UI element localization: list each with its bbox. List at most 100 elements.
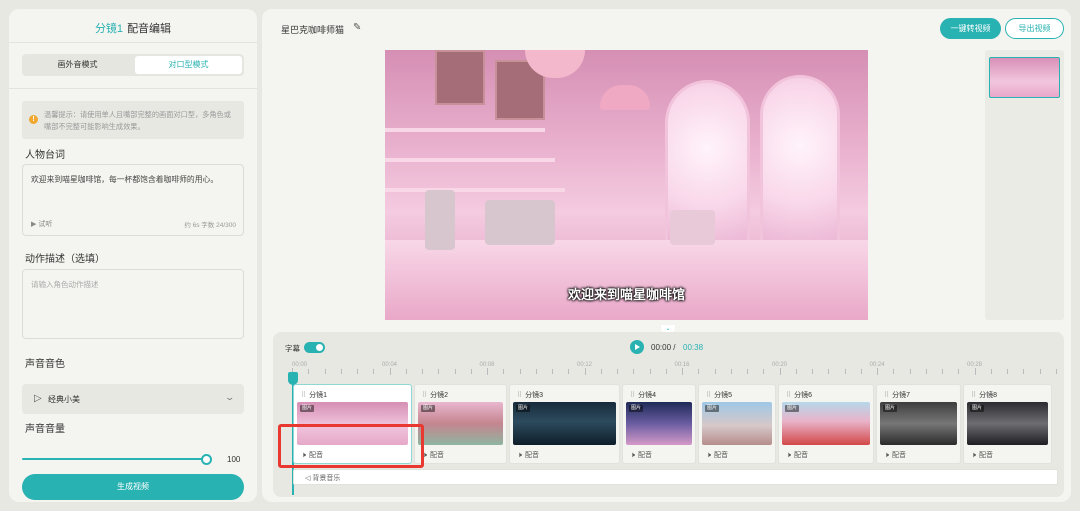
speaker-icon: 🕨 — [630, 450, 636, 459]
clip-voiceover[interactable]: 🕨 配音 — [884, 450, 906, 460]
clip-label: ⠿ 分镜4 — [630, 392, 657, 399]
drag-handle-icon[interactable]: ⠿ — [517, 392, 522, 399]
ruler-tick — [519, 369, 521, 374]
clip-label: ⠿ 分镜6 — [786, 392, 813, 399]
export-video-button[interactable]: 导出视频 — [1005, 18, 1064, 39]
ruler-tick — [535, 369, 537, 374]
voice-label: 声音音色 — [25, 359, 65, 370]
clip-label: ⠿ 分镜1 — [301, 392, 328, 399]
volume-slider-handle[interactable] — [201, 454, 212, 465]
timeline-clip[interactable]: ⠿ 分镜7 图片 🕨 配音 — [876, 384, 961, 464]
ruler-tick — [763, 369, 765, 374]
ruler-tick — [1055, 369, 1057, 374]
ruler-tick — [925, 369, 927, 374]
ruler-tick — [633, 369, 635, 374]
ruler-tick — [470, 369, 472, 374]
image-badge: 图片 — [629, 405, 644, 412]
ruler-tick — [357, 369, 358, 374]
timeline-clip[interactable]: ⠿ 分镜1 图片 🕨 配音 — [293, 384, 412, 464]
timeline-clip[interactable]: ⠿ 分镜6 图片 🕨 配音 — [778, 384, 874, 464]
speaker-icon: 🕨 — [301, 450, 307, 459]
image-badge: 图片 — [516, 405, 531, 412]
panel-title-text: 配音编辑 — [127, 23, 172, 35]
bgm-label: ◁ 背景音乐 — [305, 475, 341, 482]
background-music-track[interactable]: ◁ 背景音乐 — [293, 469, 1058, 485]
volume-slider-track[interactable] — [22, 458, 212, 460]
volume-value: 100 — [227, 455, 241, 464]
subtitle-toggle-label: 字幕 — [285, 344, 300, 353]
clip-voiceover[interactable]: 🕨 配音 — [706, 450, 728, 460]
preview-thumbnail[interactable] — [989, 57, 1060, 98]
ruler-tick — [698, 369, 700, 374]
voice-select[interactable]: ▷ 经典小美 ⌄ — [22, 384, 244, 414]
play-button[interactable] — [630, 340, 644, 354]
ruler-tick — [779, 368, 781, 375]
dialogue-textarea[interactable]: 欢迎来到喵星咖啡馆，每一杯都饱含着咖啡师的用心。 ▶ 试听 约 6s 字数 24… — [22, 164, 244, 236]
drag-handle-icon[interactable]: ⠿ — [971, 392, 976, 399]
ruler-tick — [909, 369, 911, 374]
ruler-tick — [730, 369, 732, 374]
panel-title: 分镜1 配音编辑 — [9, 20, 257, 36]
preview-counter — [385, 240, 868, 320]
edit-icon[interactable]: ✎ — [353, 22, 361, 33]
ruler-tick — [942, 369, 943, 374]
drag-handle-icon[interactable]: ⠿ — [786, 392, 791, 399]
ruler-label: 00:20 — [771, 362, 788, 368]
subtitle-toggle[interactable] — [304, 342, 325, 353]
mode-tabs: 画外音模式 对口型模式 — [22, 54, 244, 76]
panel-title-shot: 分镜1 — [94, 23, 124, 35]
ruler-label: 00:04 — [381, 362, 398, 368]
tab-lipsync-mode[interactable]: 对口型模式 — [135, 56, 242, 74]
preview-shelf — [385, 188, 565, 192]
timeline-clip[interactable]: ⠿ 分镜5 图片 🕨 配音 — [698, 384, 776, 464]
ruler-label: 00:08 — [479, 362, 495, 368]
clip-voiceover[interactable]: 🕨 配音 — [517, 450, 539, 460]
clip-voiceover[interactable]: 🕨 配音 — [422, 450, 444, 460]
clip-label: ⠿ 分镜3 — [517, 392, 544, 399]
clip-thumbnail: 图片 — [418, 402, 503, 445]
ruler-label: 00:16 — [674, 362, 690, 368]
total-time: 00:38 — [683, 343, 704, 352]
ruler-label: 00:24 — [869, 362, 885, 368]
ruler-tick — [552, 369, 553, 374]
preview-menu-board — [435, 50, 485, 105]
image-badge: 图片 — [970, 405, 985, 412]
timeline-clip[interactable]: ⠿ 分镜2 图片 🕨 配音 — [414, 384, 507, 464]
tab-voiceover-mode[interactable]: 画外音模式 — [24, 56, 131, 74]
time-ruler[interactable]: 00:00 00:04 00:08 00:12 00:16 00:20 00:24 00:28 — [292, 362, 1057, 376]
image-badge: 图片 — [785, 405, 800, 412]
divider — [9, 88, 257, 89]
drag-handle-icon[interactable]: ⠿ — [422, 392, 427, 399]
clip-label: ⠿ 分镜2 — [422, 392, 449, 399]
clip-voiceover[interactable]: 🕨 配音 — [630, 450, 652, 460]
drag-handle-icon[interactable]: ⠿ — [630, 392, 635, 399]
ruler-tick — [844, 369, 846, 374]
ruler-tick — [649, 369, 651, 374]
drag-handle-icon[interactable]: ⠿ — [706, 392, 711, 399]
action-textarea[interactable]: 请输入角色动作描述 — [22, 269, 244, 339]
drag-handle-icon[interactable]: ⠿ — [884, 392, 889, 399]
clip-label: ⠿ 分镜7 — [884, 392, 911, 399]
timeline-clip[interactable]: ⠿ 分镜3 图片 🕨 配音 — [509, 384, 620, 464]
convert-video-button[interactable]: 一键转视频 — [940, 18, 1001, 39]
timeline-clip[interactable]: ⠿ 分镜4 图片 🕨 配音 — [622, 384, 696, 464]
voice-value: 经典小美 — [48, 395, 80, 404]
warning-icon: ! — [29, 115, 38, 124]
divider — [9, 42, 257, 43]
thumbnail-column — [985, 50, 1064, 320]
generate-video-button[interactable]: 生成视频 — [22, 474, 244, 500]
play-outline-icon: ▷ — [34, 393, 42, 404]
clip-voiceover[interactable]: 🕨 配音 — [301, 450, 323, 460]
project-title: 星巴克咖啡师猫 — [281, 25, 345, 35]
ruler-tick — [617, 369, 618, 374]
ruler-tick — [405, 369, 407, 374]
preview-grinder — [425, 190, 455, 250]
drag-handle-icon[interactable]: ⠿ — [301, 392, 306, 399]
listen-button[interactable]: ▶ 试听 — [31, 219, 52, 229]
clip-voiceover[interactable]: 🕨 配音 — [786, 450, 808, 460]
speaker-icon: 🕨 — [786, 450, 792, 459]
clip-voiceover[interactable]: 🕨 配音 — [971, 450, 993, 460]
timeline-clip[interactable]: ⠿ 分镜8 图片 🕨 配音 — [963, 384, 1052, 464]
preview-window — [760, 75, 840, 250]
chevron-down-icon: ⌄ — [224, 392, 236, 402]
